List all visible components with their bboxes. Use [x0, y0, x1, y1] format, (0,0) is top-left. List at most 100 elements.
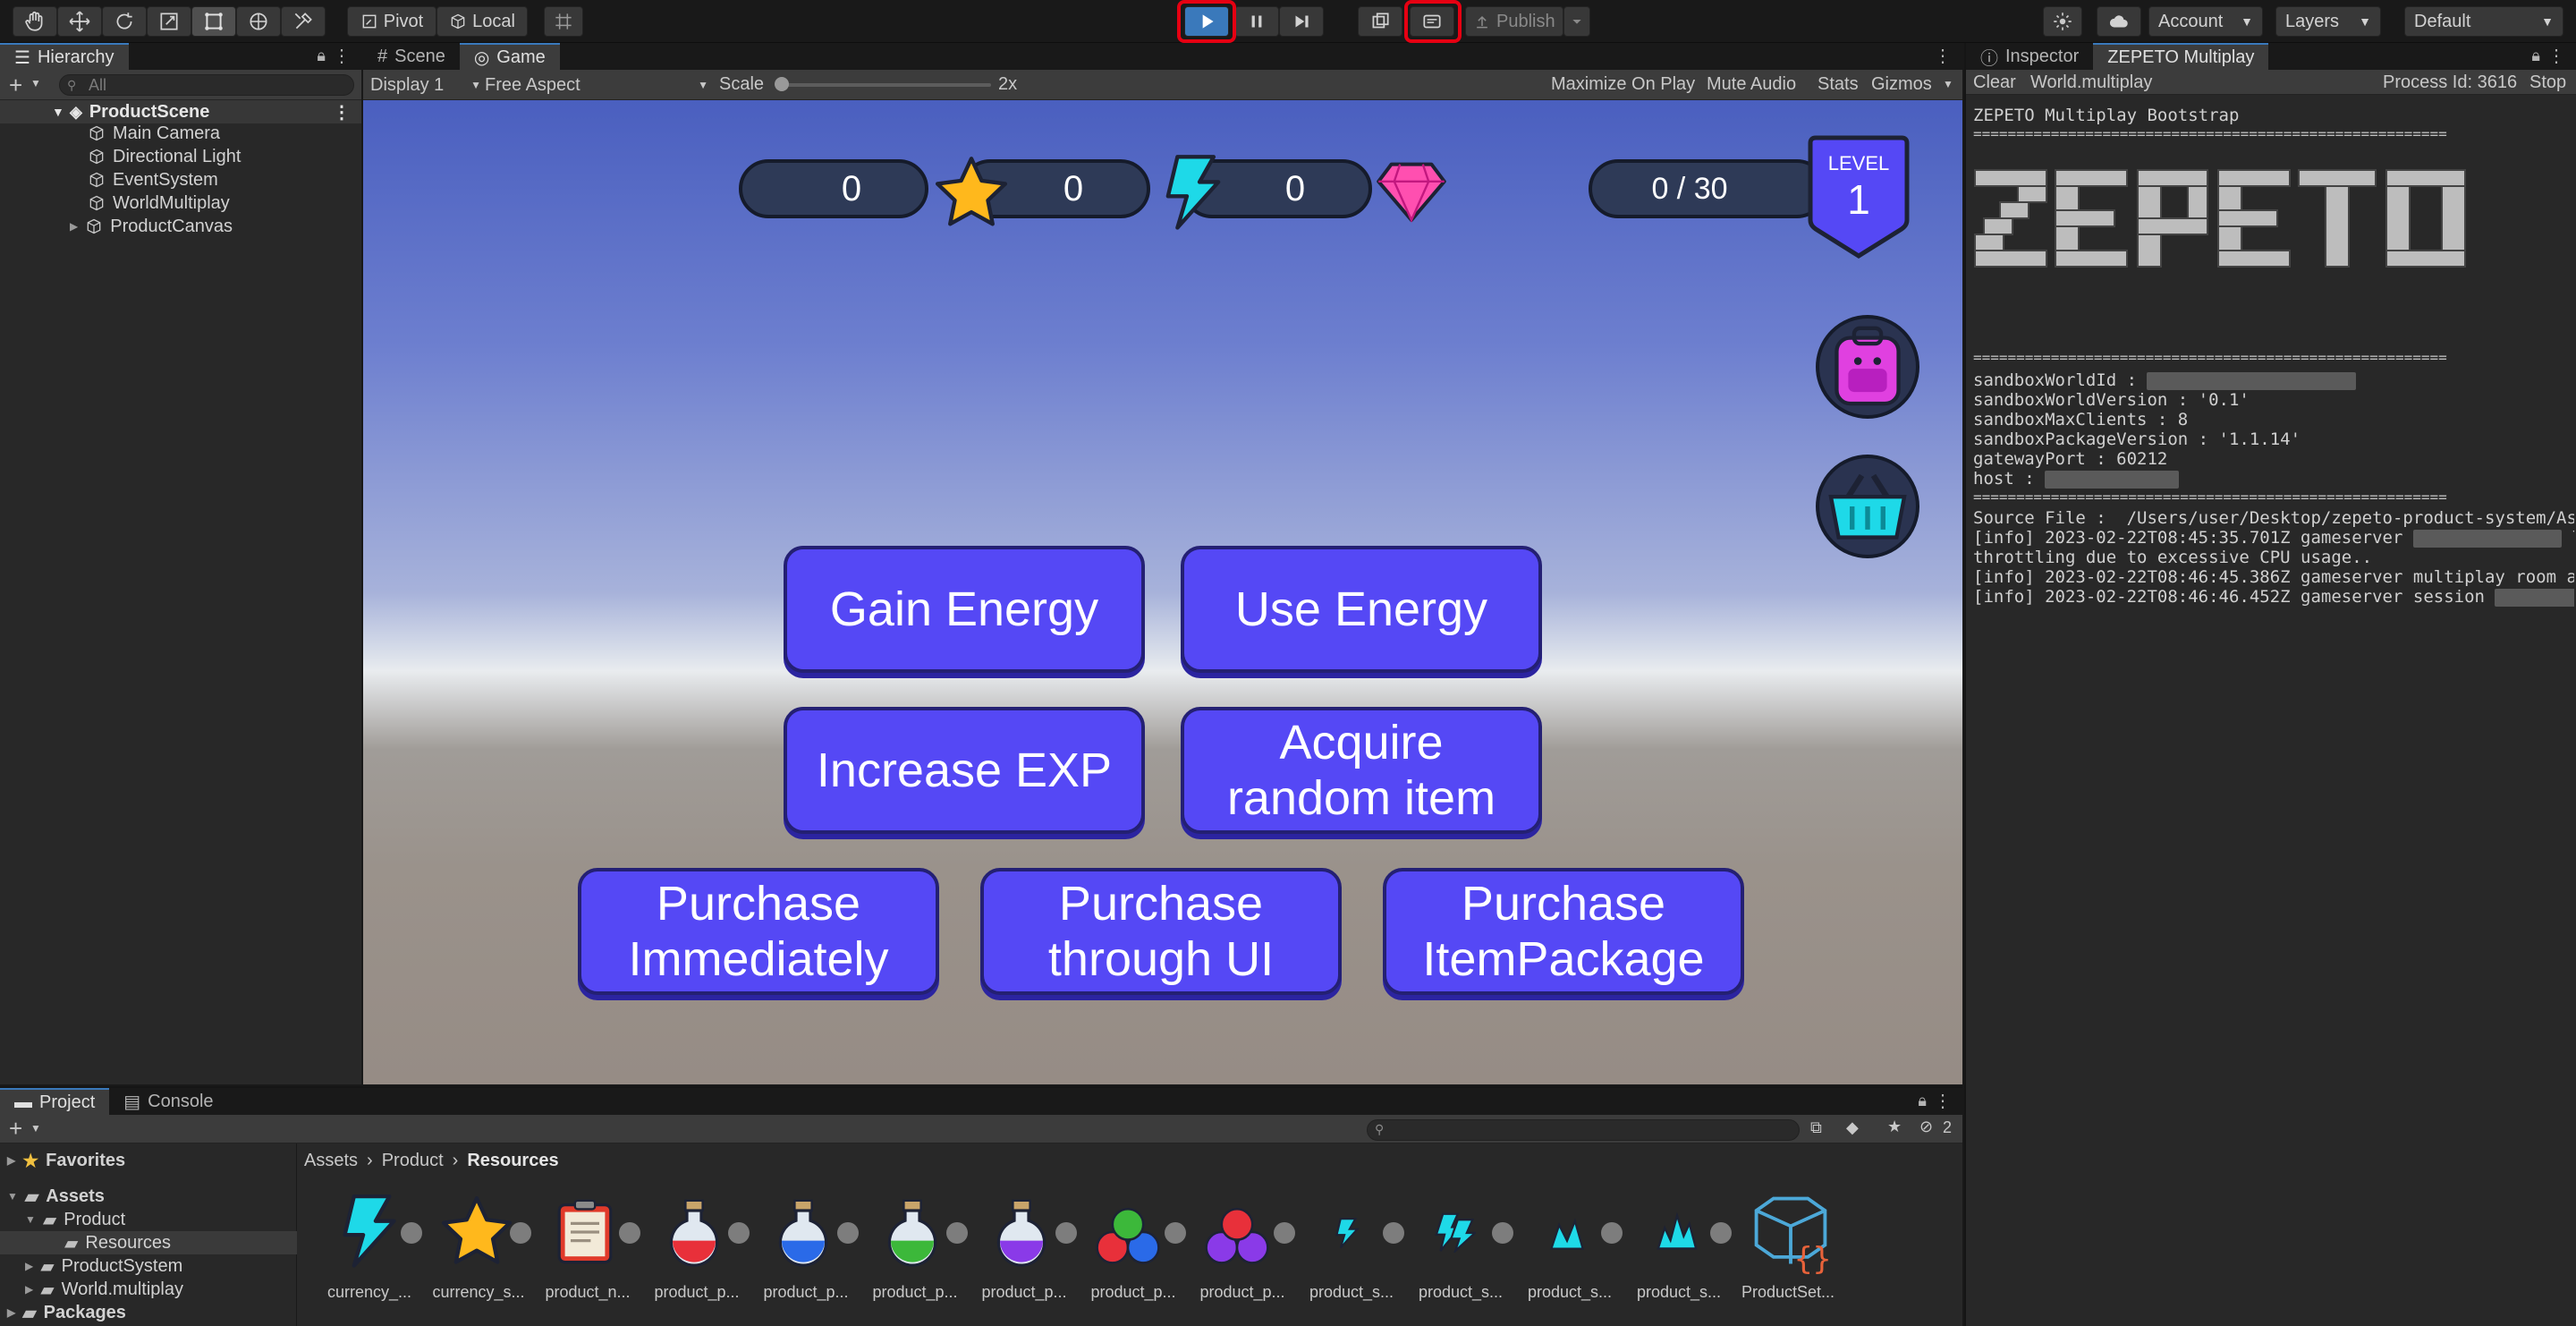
more-menu-icon[interactable]: ⋮	[1934, 1090, 1952, 1112]
hidden-packages-icon[interactable]: ⊘	[1919, 1118, 1933, 1136]
lock-icon[interactable]: 🔒︎	[2531, 47, 2540, 65]
acquire-random-item-button[interactable]: Acquire random item	[1181, 707, 1542, 834]
lock-icon[interactable]: 🔒︎	[317, 47, 326, 65]
asset-name[interactable]: product_p...	[975, 1283, 1073, 1302]
expand-asset-icon[interactable]	[401, 1222, 422, 1244]
services-icon[interactable]	[2043, 6, 2082, 37]
asset-name[interactable]: currency_s...	[429, 1283, 528, 1302]
collab-icon[interactable]	[1358, 6, 1402, 37]
expand-arrow-icon[interactable]: ▼	[7, 1190, 18, 1203]
asset-name[interactable]: ProductSet...	[1739, 1283, 1837, 1302]
display-dropdown[interactable]: Display 1 ▼	[370, 73, 481, 97]
energy-pile-icon[interactable]	[1544, 1213, 1590, 1253]
more-menu-icon[interactable]: ⋮	[333, 45, 351, 67]
layers-dropdown[interactable]: Layers ▼	[2275, 6, 2381, 37]
asset-name[interactable]: product_p...	[757, 1283, 855, 1302]
expand-asset-icon[interactable]	[728, 1222, 750, 1244]
asset-name[interactable]: product_n...	[538, 1283, 637, 1302]
tab-zepeto-multiplay[interactable]: ZEPETO Multiplay	[2093, 43, 2269, 70]
tree-item[interactable]: ▼ ▰ Assets	[7, 1185, 105, 1208]
expand-arrow-icon[interactable]: ▼	[52, 105, 64, 119]
cloud-icon[interactable]	[2097, 6, 2141, 37]
publish-button[interactable]: Publish	[1465, 6, 1563, 37]
publish-dropdown-icon[interactable]	[1563, 6, 1590, 37]
asset-name[interactable]: product_s...	[1521, 1283, 1619, 1302]
transform-tool-icon[interactable]	[236, 6, 281, 37]
notepad-icon[interactable]	[549, 1194, 621, 1271]
potion-bundle-icon[interactable]	[1197, 1194, 1277, 1271]
hierarchy-search-input[interactable]: ⚲ All	[59, 74, 354, 96]
star-icon[interactable]	[438, 1194, 515, 1271]
energy-lightning-icon[interactable]	[331, 1190, 408, 1271]
pause-button[interactable]	[1234, 6, 1279, 37]
tab-project[interactable]: ▬ Project	[0, 1088, 110, 1115]
mute-audio-toggle[interactable]: Mute Audio	[1707, 74, 1796, 95]
expand-arrow-icon[interactable]: ▶	[7, 1154, 15, 1167]
expand-asset-icon[interactable]	[1710, 1222, 1732, 1244]
hierarchy-item[interactable]: Directional Light	[88, 145, 241, 168]
breadcrumb-item[interactable]: Product	[382, 1151, 444, 1171]
scale-tool-icon[interactable]	[147, 6, 191, 37]
breadcrumb-item[interactable]: Assets	[304, 1151, 358, 1171]
slider-handle[interactable]	[775, 77, 789, 91]
tree-item[interactable]: ▶ ▰ Packages	[7, 1301, 126, 1324]
add-icon[interactable]: +	[9, 72, 22, 99]
tab-scene[interactable]: # Scene	[363, 43, 460, 70]
increase-exp-button[interactable]: Increase EXP	[784, 707, 1145, 834]
purple-potion-icon[interactable]	[986, 1194, 1057, 1271]
gizmos-toggle[interactable]: Gizmos	[1871, 74, 1932, 95]
stats-toggle[interactable]: Stats	[1818, 74, 1859, 95]
purchase-through-ui-button[interactable]: Purchase through UI	[980, 868, 1342, 995]
hand-tool-icon[interactable]	[13, 6, 57, 37]
tree-item[interactable]: ▶ ▰ ProductSystem	[25, 1254, 182, 1278]
favorite-star-icon[interactable]: ★	[1887, 1118, 1902, 1136]
potion-bundle-icon[interactable]	[1088, 1194, 1168, 1271]
expand-arrow-icon[interactable]: ▶	[25, 1260, 33, 1272]
expand-asset-icon[interactable]	[619, 1222, 640, 1244]
more-menu-icon[interactable]: ⋮	[2547, 45, 2565, 67]
asset-name[interactable]: currency_...	[320, 1283, 419, 1302]
game-view[interactable]: 0 0 0 0 / 30 LEVEL 1 Gain Energy Use Ene…	[363, 100, 1962, 1084]
red-potion-icon[interactable]	[658, 1194, 730, 1271]
chevron-down-icon[interactable]: ▼	[30, 77, 41, 89]
hierarchy-item[interactable]: Main Camera	[88, 122, 220, 145]
expand-asset-icon[interactable]	[1165, 1222, 1186, 1244]
hierarchy-scene-row[interactable]: ▼ ◈ ProductScene ⋮	[0, 100, 361, 123]
grid-snap-icon[interactable]	[544, 6, 583, 37]
breadcrumb-item[interactable]: Resources	[467, 1151, 558, 1171]
backpack-button[interactable]	[1816, 315, 1919, 419]
energy-pair-icon[interactable]	[1435, 1211, 1476, 1253]
expand-asset-icon[interactable]	[1383, 1222, 1404, 1244]
expand-asset-icon[interactable]	[1274, 1222, 1295, 1244]
tab-inspector[interactable]: ⓘ Inspector	[1966, 43, 2093, 70]
small-energy-icon[interactable]	[1331, 1215, 1363, 1251]
aspect-dropdown[interactable]: Free Aspect ▼	[485, 73, 714, 97]
rotate-tool-icon[interactable]	[102, 6, 147, 37]
tree-item-selected[interactable]: ▰ Resources	[0, 1231, 297, 1254]
green-potion-icon[interactable]	[877, 1194, 948, 1271]
lock-icon[interactable]: 🔒︎	[1918, 1092, 1927, 1110]
rect-tool-icon[interactable]	[191, 6, 236, 37]
hierarchy-item[interactable]: WorldMultiplay	[88, 191, 230, 215]
expand-asset-icon[interactable]	[1601, 1222, 1623, 1244]
chevron-down-icon[interactable]: ▼	[1943, 78, 1953, 90]
step-button[interactable]	[1279, 6, 1324, 37]
asset-name[interactable]: product_p...	[1193, 1283, 1292, 1302]
filter-by-type-icon[interactable]: ⧉	[1810, 1118, 1822, 1137]
expand-asset-icon[interactable]	[946, 1222, 968, 1244]
use-energy-button[interactable]: Use Energy	[1181, 546, 1542, 673]
expand-arrow-icon[interactable]: ▶	[70, 220, 78, 233]
stop-button[interactable]: Stop	[2529, 72, 2566, 93]
account-dropdown[interactable]: Account ▼	[2148, 6, 2263, 37]
chevron-down-icon[interactable]: ▼	[30, 1122, 41, 1135]
asset-name[interactable]: product_s...	[1630, 1283, 1728, 1302]
layout-dropdown[interactable]: Default ▼	[2404, 6, 2563, 37]
asset-name[interactable]: product_p...	[866, 1283, 964, 1302]
scale-slider[interactable]	[775, 77, 991, 91]
more-menu-icon[interactable]: ⋮	[333, 101, 351, 123]
custom-tools-icon[interactable]	[281, 6, 326, 37]
expand-asset-icon[interactable]	[837, 1222, 859, 1244]
asset-name[interactable]: product_p...	[648, 1283, 746, 1302]
script-asset-icon[interactable]: {}	[1748, 1190, 1834, 1276]
hierarchy-item[interactable]: ▶ ProductCanvas	[70, 215, 233, 238]
